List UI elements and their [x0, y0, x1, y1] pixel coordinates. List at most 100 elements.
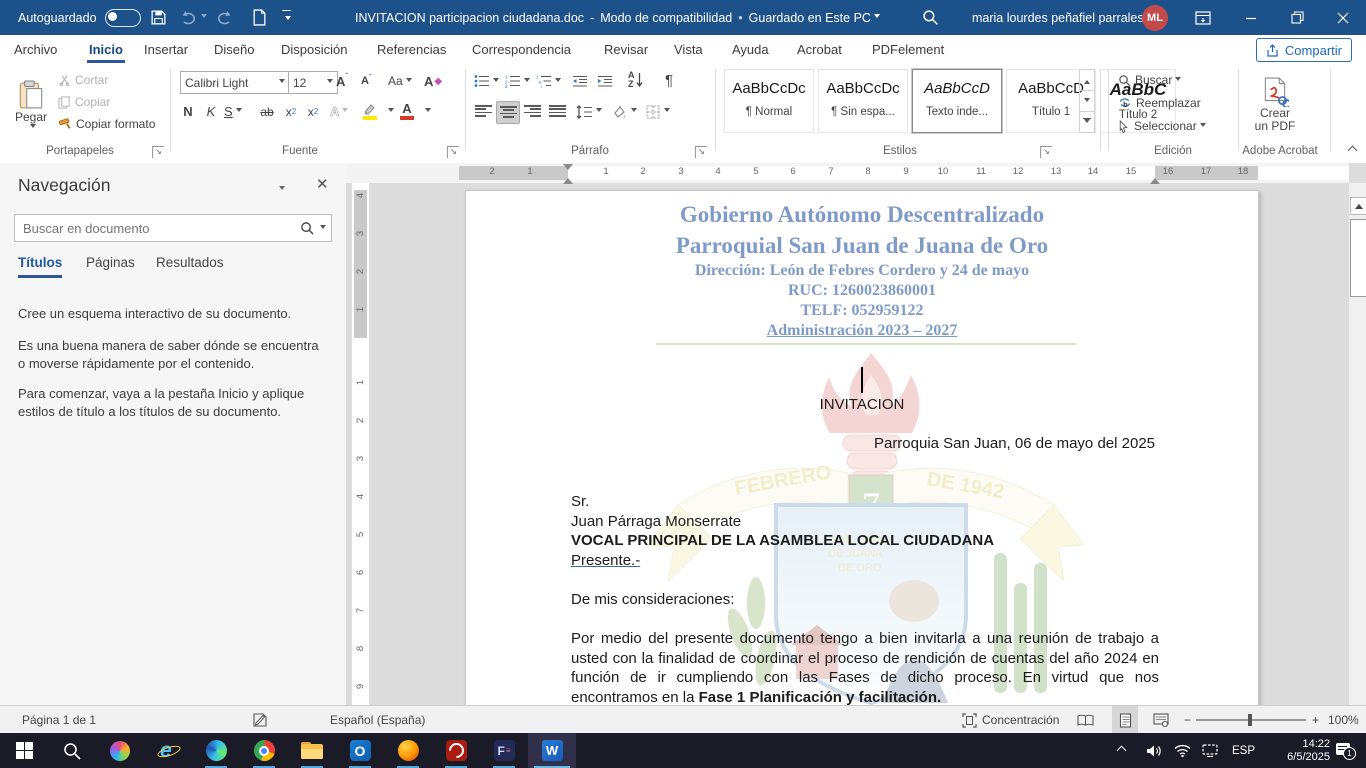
tab-acrobat[interactable]: Acrobat	[793, 35, 846, 63]
tab-correspondencia[interactable]: Correspondencia	[468, 35, 575, 63]
date-line[interactable]: Parroquia San Juan, 06 de mayo del 2025	[571, 434, 1155, 454]
greeting-line[interactable]: De mis consideraciones:	[571, 590, 734, 610]
highlight-dropdown[interactable]	[385, 99, 394, 123]
font-size-select[interactable]: 12	[288, 71, 338, 94]
line-spacing-button[interactable]	[576, 101, 602, 122]
account-avatar[interactable]: ML	[1142, 0, 1168, 35]
scroll-up-button[interactable]	[1350, 197, 1366, 215]
taskbar-firefox-button[interactable]	[384, 733, 432, 768]
redo-button[interactable]	[215, 0, 233, 35]
align-center-button[interactable]	[496, 101, 520, 124]
autosave-toggle[interactable]	[105, 9, 141, 27]
page-count-status[interactable]: Página 1 de 1	[22, 706, 96, 734]
borders-button[interactable]	[646, 101, 670, 122]
taskbar-acrobat-button[interactable]	[432, 733, 480, 768]
tab-archivo[interactable]: Archivo	[10, 35, 61, 63]
tab-diseno[interactable]: Diseño	[210, 35, 258, 63]
italic-button[interactable]: K	[201, 101, 221, 122]
tab-disposicion[interactable]: Disposición	[277, 35, 351, 63]
align-left-button[interactable]	[472, 101, 494, 122]
hanging-indent-marker[interactable]	[563, 173, 573, 184]
start-button[interactable]	[0, 733, 48, 768]
nav-tab-titulos[interactable]: Títulos	[18, 255, 62, 270]
titlebar-search-button[interactable]	[922, 0, 939, 35]
styles-gallery-more[interactable]	[1079, 111, 1095, 133]
undo-button[interactable]	[180, 0, 207, 35]
taskbar-explorer-button[interactable]	[288, 733, 336, 768]
nav-tab-paginas[interactable]: Páginas	[86, 255, 135, 270]
undo-dropdown[interactable]	[201, 14, 207, 21]
document-page[interactable]: FEBRERO DE 1942 7 SAN JUAN DE JUANA DE O…	[465, 190, 1259, 705]
taskbar-pdfelement-button[interactable]: F≡	[480, 733, 528, 768]
tab-pdfelement[interactable]: PDFelement	[868, 35, 948, 63]
taskbar-word-button[interactable]: W	[528, 733, 576, 768]
invitation-heading[interactable]: INVITACION	[466, 395, 1258, 415]
language-status[interactable]: Español (España)	[330, 706, 425, 734]
minimize-button[interactable]	[1228, 0, 1274, 35]
shrink-font-button[interactable]: Aˇ	[361, 71, 372, 91]
find-button[interactable]: Buscar	[1118, 71, 1181, 89]
zoom-out-button[interactable]: −	[1184, 706, 1191, 734]
taskbar-chrome-button[interactable]	[240, 733, 288, 768]
tray-connect-button[interactable]	[1202, 733, 1218, 768]
tray-volume-button[interactable]	[1146, 733, 1162, 768]
read-mode-button[interactable]	[1072, 706, 1098, 734]
tab-ayuda[interactable]: Ayuda	[728, 35, 773, 63]
show-marks-button[interactable]: ¶	[658, 69, 680, 91]
notification-center-button[interactable]: 1	[1336, 733, 1356, 768]
bold-button[interactable]: N	[178, 101, 198, 122]
copy-button[interactable]: Copiar	[58, 93, 110, 111]
qat-customize-button[interactable]	[282, 0, 291, 35]
clipboard-dialog-launcher[interactable]: ↘	[152, 146, 164, 158]
strikethrough-button[interactable]: ab	[256, 101, 278, 122]
taskbar-search-button[interactable]	[48, 733, 96, 768]
increase-indent-button[interactable]	[597, 71, 613, 91]
decrease-indent-button[interactable]	[572, 71, 588, 91]
tray-network-button[interactable]	[1174, 733, 1191, 768]
search-icon[interactable]	[300, 221, 315, 236]
tab-inicio[interactable]: Inicio	[85, 35, 127, 63]
proofing-status-button[interactable]	[252, 706, 268, 734]
search-input[interactable]	[15, 221, 300, 236]
right-indent-marker[interactable]	[1150, 173, 1160, 184]
font-name-select[interactable]: Calibri Light	[180, 71, 290, 94]
paste-button[interactable]: Pegar	[8, 69, 54, 141]
nav-tab-resultados[interactable]: Resultados	[156, 255, 224, 270]
restore-button[interactable]	[1274, 0, 1320, 35]
sort-button[interactable]: AZ	[628, 69, 644, 91]
zoom-slider-thumb[interactable]	[1248, 714, 1252, 726]
font-color-dropdown[interactable]	[422, 99, 431, 123]
cut-button[interactable]: Cortar	[58, 71, 108, 89]
grow-font-button[interactable]: Aˆ	[336, 71, 348, 91]
tab-vista[interactable]: Vista	[670, 35, 707, 63]
taskbar-edge-button[interactable]	[192, 733, 240, 768]
format-painter-button[interactable]: Copiar formato	[58, 115, 155, 133]
autosave-toggle-group[interactable]: Autoguardado	[18, 0, 141, 35]
tab-referencias[interactable]: Referencias	[373, 35, 450, 63]
scrollbar-thumb[interactable]	[1350, 219, 1366, 297]
taskbar-ie-button[interactable]: e	[144, 733, 192, 768]
numbering-button[interactable]: 123	[505, 71, 530, 91]
tray-clock[interactable]: 14:22 6/5/2025	[1268, 733, 1330, 768]
tab-revisar[interactable]: Revisar	[600, 35, 652, 63]
style-normal[interactable]: AaBbCcDc ¶ Normal	[724, 69, 814, 133]
change-case-button[interactable]: Aa	[388, 71, 412, 91]
zoom-level[interactable]: 100%	[1328, 706, 1359, 734]
print-layout-button[interactable]	[1112, 706, 1138, 734]
quick-new-doc-button[interactable]	[252, 0, 267, 35]
font-color-button[interactable]: A	[400, 99, 414, 123]
underline-button[interactable]: S	[224, 101, 242, 122]
zoom-slider[interactable]	[1196, 706, 1306, 734]
create-pdf-button[interactable]: Crearun PDF	[1246, 69, 1304, 141]
bullets-button[interactable]	[474, 71, 499, 91]
taskbar-outlook-button[interactable]: O	[336, 733, 384, 768]
ribbon-display-options-button[interactable]	[1180, 0, 1226, 35]
navigation-collapse-button[interactable]	[276, 181, 285, 199]
shading-button[interactable]	[612, 101, 637, 122]
vertical-ruler[interactable]: 4 3 2 1 1 2 3 4 5 6 7 8 9	[352, 183, 369, 705]
style-texto-independiente[interactable]: AaBbCcD Texto inde...	[912, 69, 1002, 133]
styles-dialog-launcher[interactable]: ↘	[1040, 146, 1052, 158]
recipient-block[interactable]: Sr. Juan Párraga Monserrate VOCAL PRINCI…	[571, 492, 994, 570]
taskbar-copilot-button[interactable]	[96, 733, 144, 768]
superscript-button[interactable]: x2	[303, 101, 323, 122]
